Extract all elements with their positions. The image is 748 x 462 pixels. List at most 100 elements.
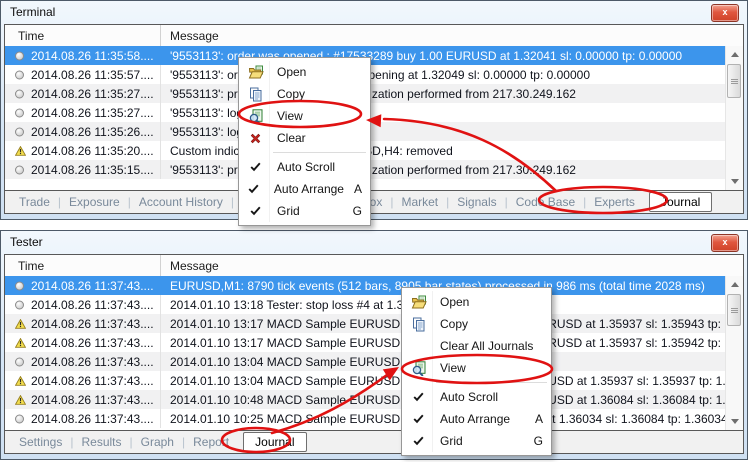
info-icon [15, 89, 24, 98]
log-time-cell: 2014.08.26 11:37:43.... [5, 295, 161, 314]
terminal-list-header: Time Message [5, 25, 743, 47]
log-row[interactable]: 2014.08.26 11:37:43....EURUSD,M1: 8790 t… [5, 276, 726, 295]
log-row[interactable]: 2014.08.26 11:37:43....2014.01.10 13:04 … [5, 371, 726, 390]
scroll-down-icon[interactable] [726, 414, 743, 429]
tab-results[interactable]: Results [75, 435, 127, 449]
menu-item-clear-all-journals[interactable]: Clear All Journals [403, 335, 550, 357]
log-time: 2014.08.26 11:35:57.... [31, 68, 154, 82]
scrollbar-thumb[interactable] [727, 294, 741, 326]
tab-separator: | [388, 195, 395, 209]
check-icon [240, 184, 268, 194]
menu-item-view[interactable]: View [240, 105, 369, 127]
menu-item-label: Auto Arrange [434, 412, 523, 426]
tab-market[interactable]: Market [395, 195, 444, 209]
tab-code-base[interactable]: Code Base [510, 195, 581, 209]
tester-rows: 2014.08.26 11:37:43....EURUSD,M1: 8790 t… [5, 276, 726, 430]
log-time: 2014.08.26 11:35:27.... [31, 87, 154, 101]
scroll-up-icon[interactable] [726, 47, 743, 62]
log-time: 2014.08.26 11:37:43.... [31, 355, 154, 369]
tab-signals[interactable]: Signals [451, 195, 502, 209]
menu-item-copy[interactable]: Copy [403, 313, 550, 335]
log-time: 2014.08.26 11:35:20.... [31, 144, 154, 158]
tab-experts[interactable]: Experts [588, 195, 641, 209]
check-icon [403, 414, 434, 424]
warning-icon [15, 395, 26, 405]
tab-account-history[interactable]: Account History [133, 195, 229, 209]
tab-report[interactable]: Report [187, 435, 235, 449]
log-row[interactable]: 2014.08.26 11:37:43....2014.01.10 13:18 … [5, 295, 726, 314]
info-icon [15, 51, 24, 60]
log-time: 2014.08.26 11:35:58.... [31, 49, 154, 63]
close-icon[interactable]: x [711, 234, 739, 252]
warning-icon [15, 376, 26, 386]
log-time: 2014.08.26 11:37:43.... [31, 279, 154, 293]
tab-trade[interactable]: Trade [13, 195, 56, 209]
menu-item-auto-arrange[interactable]: Auto ArrangeA [240, 178, 369, 200]
menu-item-open[interactable]: Open [240, 61, 369, 83]
menu-item-auto-arrange[interactable]: Auto ArrangeA [403, 408, 550, 430]
tab-exposure[interactable]: Exposure [63, 195, 126, 209]
tester-title: Tester [10, 235, 43, 249]
log-row[interactable]: 2014.08.26 11:37:43....2014.01.10 13:17 … [5, 314, 726, 333]
log-time-cell: 2014.08.26 11:37:43.... [5, 371, 161, 390]
tester-context-menu: Open Copy Clear All Journals View Auto Scrol… [401, 287, 552, 456]
menu-shortcut: G [523, 434, 550, 448]
menu-item-open[interactable]: Open [403, 291, 550, 313]
info-icon [15, 300, 24, 309]
log-time-cell: 2014.08.26 11:35:58.... [5, 46, 161, 65]
menu-item-auto-scroll[interactable]: Auto Scroll [403, 386, 550, 408]
tester-scrollbar[interactable] [725, 276, 743, 430]
scrollbar-thumb[interactable] [727, 64, 741, 98]
tab-separator: | [581, 195, 588, 209]
menu-item-auto-scroll[interactable]: Auto Scroll [240, 156, 369, 178]
check-icon [240, 206, 271, 216]
tester-tabbar: Settings|Results|Graph|ReportJournal [5, 431, 743, 453]
terminal-scrollbar[interactable] [725, 46, 743, 190]
log-time: 2014.08.26 11:35:15.... [31, 163, 154, 177]
info-icon [15, 165, 24, 174]
tab-journal[interactable]: Journal [649, 192, 712, 212]
view-icon [403, 361, 434, 376]
menu-item-label: Copy [434, 317, 550, 331]
menu-item-label: Auto Scroll [434, 390, 550, 404]
log-row[interactable]: 2014.08.26 11:37:43....2014.01.10 10:25 … [5, 409, 726, 428]
log-time-cell: 2014.08.26 11:37:43.... [5, 314, 161, 333]
check-icon [403, 392, 434, 402]
tab-graph[interactable]: Graph [135, 435, 180, 449]
scroll-down-icon[interactable] [726, 174, 743, 189]
column-header-time[interactable]: Time [5, 255, 161, 276]
log-time-cell: 2014.08.26 11:35:27.... [5, 84, 161, 103]
close-icon[interactable]: x [711, 4, 739, 22]
column-header-message[interactable]: Message [161, 29, 219, 43]
copy-icon [403, 317, 434, 332]
tab-settings[interactable]: Settings [13, 435, 68, 449]
column-header-message[interactable]: Message [161, 259, 219, 273]
log-time-cell: 2014.08.26 11:35:57.... [5, 65, 161, 84]
terminal-titlebar: Terminal x [1, 1, 747, 23]
terminal-log-list: Time Message 2014.08.26 11:35:58....'955… [5, 25, 743, 191]
column-header-time[interactable]: Time [5, 25, 161, 46]
log-row[interactable]: 2014.08.26 11:37:43....2014.01.10 13:17 … [5, 333, 726, 352]
menu-item-label: Grid [271, 204, 342, 218]
log-row[interactable]: 2014.08.26 11:37:43....2014.01.10 13:04 … [5, 352, 726, 371]
menu-item-label: Clear All Journals [434, 339, 550, 353]
tab-separator: | [229, 195, 236, 209]
info-icon [15, 414, 24, 423]
check-icon [403, 436, 434, 446]
menu-item-grid[interactable]: GridG [240, 200, 369, 222]
tab-separator: | [444, 195, 451, 209]
info-icon [15, 70, 24, 79]
tab-separator: | [180, 435, 187, 449]
tab-journal[interactable]: Journal [243, 432, 306, 452]
scroll-up-icon[interactable] [726, 277, 743, 292]
log-time: 2014.08.26 11:37:43.... [31, 412, 154, 426]
menu-separator [436, 382, 547, 383]
menu-item-copy[interactable]: Copy [240, 83, 369, 105]
menu-item-grid[interactable]: GridG [403, 430, 550, 452]
menu-item-view[interactable]: View [403, 357, 550, 379]
open-icon [240, 65, 271, 80]
info-icon [15, 108, 24, 117]
tab-separator: | [503, 195, 510, 209]
log-row[interactable]: 2014.08.26 11:37:43....2014.01.10 10:48 … [5, 390, 726, 409]
menu-item-clear[interactable]: Clear [240, 127, 369, 149]
